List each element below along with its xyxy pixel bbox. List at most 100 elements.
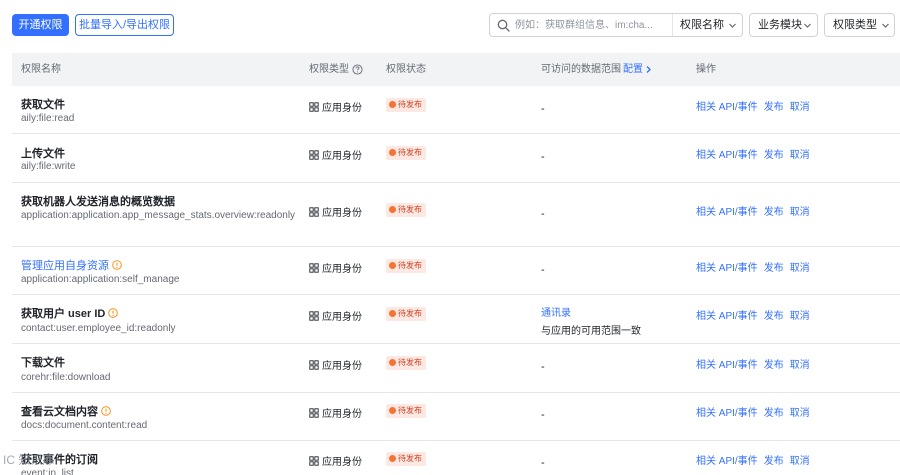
- warning-icon: [112, 260, 122, 270]
- permission-name: 获取用户 user ID: [21, 305, 119, 321]
- permission-code: application:application:self_manage: [21, 274, 180, 285]
- status-label: 待发布: [398, 100, 422, 109]
- watermark: IC 知识库: [3, 453, 55, 467]
- permission-type: 应用身份: [309, 308, 362, 323]
- permission-code: aily:file:read: [21, 113, 75, 124]
- chevron-right-icon[interactable]: [644, 65, 653, 74]
- permission-name: 获取机器人发送消息的概览数据: [21, 196, 175, 208]
- chevron-down-icon: [882, 23, 889, 28]
- publish-link[interactable]: 发布: [764, 360, 784, 371]
- status-badge: 待发布: [386, 307, 426, 321]
- cancel-link[interactable]: 取消: [790, 408, 810, 419]
- permission-name: 查看云文档内容: [21, 403, 111, 419]
- permission-type-label: 应用身份: [322, 151, 362, 162]
- data-scope: -: [541, 151, 545, 163]
- permission-code: docs:document.content:read: [21, 420, 148, 431]
- search-input[interactable]: [515, 16, 663, 34]
- publish-link[interactable]: 发布: [764, 263, 784, 274]
- scope-value: -: [541, 457, 545, 469]
- related-api-link[interactable]: 相关 API/事件: [696, 263, 758, 274]
- cancel-link[interactable]: 取消: [790, 207, 810, 218]
- permission-type-label: 权限类型: [833, 19, 877, 31]
- app-grid-icon: [309, 102, 319, 112]
- header-permission-type: 权限类型: [309, 64, 349, 75]
- table-row: 下载文件 corehr:file:download 应用身份 待发布 - 相关 API/事…: [12, 344, 900, 393]
- grant-permission-button[interactable]: 开通权限: [12, 14, 69, 36]
- permission-code: event:in_list: [21, 468, 74, 475]
- app-grid-icon: [309, 360, 319, 370]
- permission-type-label: 应用身份: [322, 409, 362, 420]
- status-label: 待发布: [398, 309, 422, 318]
- permission-name[interactable]: 管理应用自身资源: [21, 257, 122, 273]
- publish-link[interactable]: 发布: [764, 207, 784, 218]
- search-field-select[interactable]: 权限名称: [680, 14, 724, 36]
- pending-icon: [389, 310, 396, 317]
- cancel-link[interactable]: 取消: [790, 360, 810, 371]
- bulk-import-export-button[interactable]: 批量导入/导出权限: [75, 14, 174, 36]
- permission-code: corehr:file:download: [21, 372, 111, 383]
- row-actions: 相关 API/事件 发布 取消: [696, 203, 816, 218]
- app-grid-icon: [309, 456, 319, 466]
- toolbar: 开通权限 批量导入/导出权限 权限名称 业务模块 权限类型: [0, 0, 900, 52]
- cancel-link[interactable]: 取消: [790, 150, 810, 161]
- pending-icon: [389, 359, 396, 366]
- status-badge: 待发布: [386, 259, 426, 273]
- table-row: 管理应用自身资源 application:application:self_man…: [12, 247, 900, 295]
- related-api-link[interactable]: 相关 API/事件: [696, 150, 758, 161]
- publish-link[interactable]: 发布: [764, 311, 784, 322]
- scope-value: -: [541, 208, 545, 220]
- pending-icon: [389, 455, 396, 462]
- related-api-link[interactable]: 相关 API/事件: [696, 311, 758, 322]
- publish-link[interactable]: 发布: [764, 102, 784, 113]
- permission-type-filter[interactable]: 权限类型: [824, 13, 895, 37]
- permission-type: 应用身份: [309, 357, 362, 372]
- scope-contacts-link[interactable]: 通讯录: [541, 304, 641, 319]
- row-actions: 相关 API/事件 发布 取消: [696, 452, 816, 467]
- permission-type-label: 应用身份: [322, 457, 362, 468]
- cancel-link[interactable]: 取消: [790, 102, 810, 113]
- related-api-link[interactable]: 相关 API/事件: [696, 456, 758, 467]
- status-badge: 待发布: [386, 404, 426, 418]
- status-badge: 待发布: [386, 452, 426, 466]
- related-api-link[interactable]: 相关 API/事件: [696, 360, 758, 371]
- permission-type: 应用身份: [309, 204, 362, 219]
- permission-code: contact:user.employee_id:readonly: [21, 323, 176, 334]
- pending-icon: [389, 101, 396, 108]
- permission-type-label: 应用身份: [322, 264, 362, 275]
- table-row: 获取用户 user ID contact:user.employee_id:rea…: [12, 295, 900, 344]
- related-api-link[interactable]: 相关 API/事件: [696, 207, 758, 218]
- header-data-scope: 可访问的数据范围: [541, 64, 621, 75]
- status-label: 待发布: [398, 148, 422, 157]
- related-api-link[interactable]: 相关 API/事件: [696, 408, 758, 419]
- scope-value: -: [541, 264, 545, 276]
- permission-code: application:application.app_message_stat…: [21, 210, 296, 221]
- table-row: 获取机器人发送消息的概览数据 application:application.ap…: [12, 183, 900, 247]
- help-icon[interactable]: [352, 64, 363, 75]
- cancel-link[interactable]: 取消: [790, 263, 810, 274]
- app-grid-icon: [309, 311, 319, 321]
- data-scope: -: [541, 103, 545, 115]
- cancel-link[interactable]: 取消: [790, 311, 810, 322]
- business-module-filter[interactable]: 业务模块: [749, 13, 818, 37]
- publish-link[interactable]: 发布: [764, 456, 784, 467]
- pending-icon: [389, 206, 396, 213]
- scope-description: 与应用的可用范围一致: [541, 326, 641, 337]
- publish-link[interactable]: 发布: [764, 408, 784, 419]
- row-actions: 相关 API/事件 发布 取消: [696, 259, 816, 274]
- related-api-link[interactable]: 相关 API/事件: [696, 102, 758, 113]
- scope-config-link[interactable]: 配置: [623, 53, 643, 86]
- search-field-label: 权限名称: [680, 19, 724, 31]
- status-badge: 待发布: [386, 146, 426, 160]
- warning-icon: [108, 308, 119, 318]
- app-grid-icon: [309, 150, 319, 160]
- cancel-link[interactable]: 取消: [790, 456, 810, 467]
- status-badge: 待发布: [386, 356, 426, 370]
- data-scope: -: [541, 361, 545, 373]
- data-scope: -: [541, 264, 545, 276]
- chevron-down-icon[interactable]: [728, 21, 737, 30]
- app-grid-icon: [309, 408, 319, 418]
- search-box: 权限名称: [489, 13, 743, 37]
- publish-link[interactable]: 发布: [764, 150, 784, 161]
- header-permission-name: 权限名称: [21, 64, 61, 75]
- status-label: 待发布: [398, 261, 422, 270]
